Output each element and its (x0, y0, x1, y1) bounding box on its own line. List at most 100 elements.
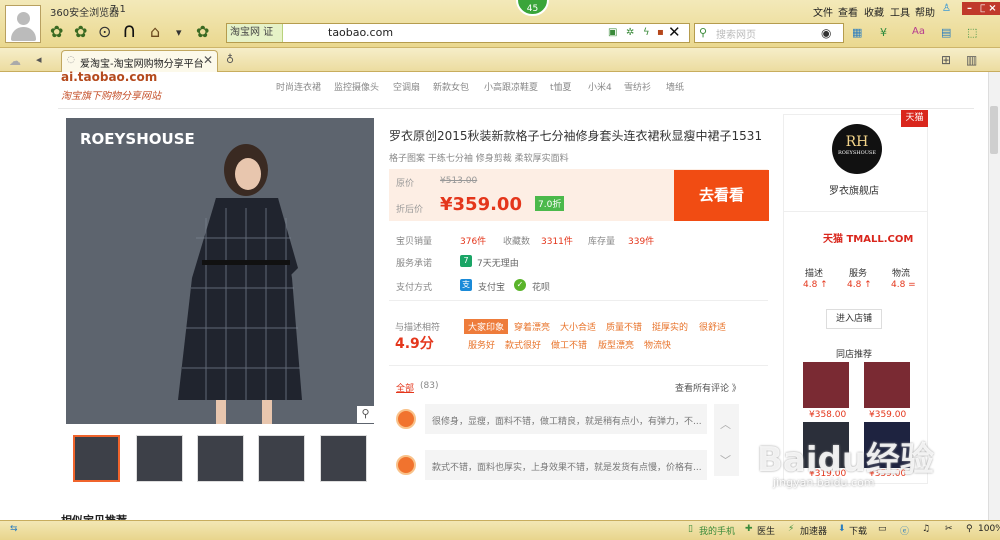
eye-icon[interactable]: ◉ (821, 26, 831, 40)
impression-tag[interactable]: 质量不错 (606, 320, 642, 333)
nav-item[interactable]: 小高跟凉鞋夏 (484, 80, 538, 93)
reviews-count: (83) (420, 381, 439, 391)
layout-icon[interactable]: ▭ (878, 524, 887, 534)
site-url[interactable]: ai.taobao.com (61, 70, 157, 84)
status-left-icon[interactable]: ⇆ (10, 524, 18, 534)
qr-icon[interactable]: ▣ (608, 27, 617, 38)
view-all-reviews-link[interactable]: 查看所有评论 》 (675, 381, 741, 394)
cut-icon[interactable]: ✂ (945, 524, 953, 534)
apps-icon[interactable]: ▦ (852, 26, 862, 39)
site-verify-tag[interactable]: 淘宝网 证 (227, 24, 283, 42)
my-phone-button[interactable]: 我的手机 (699, 524, 735, 537)
download-icon[interactable]: ⬇ (838, 524, 846, 534)
speed-icon[interactable]: ⚡ (788, 524, 794, 534)
dropdown-icon[interactable]: ⊙ (98, 22, 111, 41)
phone-icon[interactable]: ▯ (688, 524, 693, 534)
fullscreen-icon[interactable]: ⬚ (967, 26, 977, 39)
recommend-image[interactable] (864, 362, 910, 408)
nav-item[interactable]: 小米4 (588, 80, 612, 93)
nav-item[interactable]: t恤夏 (550, 80, 572, 93)
impression-tag[interactable]: 版型漂亮 (598, 338, 634, 351)
calc-icon[interactable]: ▤ (941, 26, 951, 39)
enter-store-button[interactable]: 进入店铺 (826, 309, 882, 329)
trash-icon[interactable]: ▥ (966, 53, 977, 67)
impression-tag[interactable]: 做工不错 (551, 338, 587, 351)
score-value: 4.8 = (891, 280, 916, 290)
impression-tag[interactable]: 很舒适 (699, 320, 726, 333)
recommend-price: ¥359.00 (869, 410, 907, 420)
impression-tag[interactable]: 挺厚实的 (652, 320, 688, 333)
impression-tag[interactable]: 物流快 (644, 338, 671, 351)
ie-icon[interactable]: ⓔ (900, 524, 909, 537)
pin-icon[interactable]: ♁ (226, 53, 234, 66)
lightning-icon[interactable]: ϟ (643, 27, 650, 38)
scrollbar-thumb[interactable] (990, 106, 998, 154)
sale-price: ¥359.00 (440, 194, 522, 215)
shirt-icon[interactable]: ♙ (942, 3, 951, 14)
nav-item[interactable]: 新款女包 (433, 80, 469, 93)
nav-item[interactable]: 雪纺衫 (624, 80, 651, 93)
impression-tag[interactable]: 穿着漂亮 (514, 320, 550, 333)
product-main-image[interactable] (66, 118, 374, 424)
search-input[interactable]: 搜索网页 (716, 26, 756, 41)
zoom-icon[interactable]: ⚲ (357, 406, 374, 423)
doctor-button[interactable]: 医生 (757, 524, 775, 537)
minimize-button[interactable]: – (962, 2, 977, 15)
gear-icon[interactable]: ✲ (626, 27, 634, 38)
tab-close-icon[interactable]: ✕ (203, 53, 213, 67)
accelerator-button[interactable]: 加速器 (800, 524, 827, 537)
impression-tag[interactable]: 服务好 (468, 338, 495, 351)
nav-item[interactable]: 监控摄像头 (334, 80, 379, 93)
product-subtitle: 格子图案 干练七分袖 修身剪裁 柔软厚实面料 (389, 154, 569, 164)
chevron-down-icon[interactable]: ﹀ (720, 452, 731, 468)
reviewer-avatar (396, 455, 416, 475)
zoom-status-icon[interactable]: ⚲ (966, 524, 973, 534)
reviews-all-tab[interactable]: 全部 (396, 381, 414, 394)
impression-tag[interactable]: 款式很好 (505, 338, 541, 351)
zoom-level[interactable]: 100% (978, 524, 1000, 534)
thumbnail-image[interactable] (197, 435, 244, 482)
money-icon[interactable]: ¥ (880, 26, 887, 39)
nav-item[interactable]: 时尚连衣裙 (276, 80, 321, 93)
user-avatar[interactable] (5, 5, 41, 43)
download-button[interactable]: 下载 (849, 524, 867, 537)
cloud-icon[interactable]: ☁ (9, 54, 21, 68)
recommend-price: ¥358.00 (809, 410, 847, 420)
menu-tools[interactable]: 工具 (890, 4, 910, 19)
thumbnail-image[interactable] (258, 435, 305, 482)
tab-scroll-left-icon[interactable]: ◂ (36, 53, 42, 66)
menu-help[interactable]: 帮助 (915, 4, 935, 19)
go-see-button[interactable]: 去看看 (674, 170, 769, 221)
new-tab-icon[interactable]: ⊞ (941, 53, 951, 67)
menu-file[interactable]: 文件 (813, 4, 833, 19)
address-input[interactable]: taobao.com (328, 26, 393, 39)
close-button[interactable]: × (985, 2, 1000, 15)
lock-icon[interactable]: ▪ (657, 27, 664, 38)
nav-item[interactable]: 墙纸 (666, 80, 684, 93)
chevron-up-icon[interactable]: ︿ (720, 416, 731, 432)
divider (389, 365, 768, 366)
thumbnail-image[interactable] (320, 435, 367, 482)
sound-icon[interactable]: ♫ (922, 524, 930, 534)
tab-label[interactable]: 爱淘宝-淘宝网购物分享平台 (80, 55, 204, 70)
store-logo[interactable]: RH ROEYSHOUSE (832, 124, 882, 174)
doctor-icon[interactable]: ✚ (745, 524, 753, 534)
close-x-icon[interactable]: ✕ (668, 23, 681, 41)
chevron-down-icon[interactable]: ▾ (176, 26, 182, 39)
address-bar[interactable] (226, 23, 690, 43)
thumbnail-image[interactable] (136, 435, 183, 482)
thumbnail-image[interactable] (73, 435, 120, 482)
recommend-image[interactable] (803, 362, 849, 408)
menu-favorites[interactable]: 收藏 (864, 4, 884, 19)
nav-item[interactable]: 空调扇 (393, 80, 420, 93)
product-title[interactable]: 罗衣原创2015秋装新款格子七分袖修身套头连衣裙秋显瘦中裙子1531 (389, 127, 762, 144)
store-name[interactable]: 罗衣旗舰店 (829, 182, 879, 197)
menu-view[interactable]: 查看 (838, 4, 858, 19)
impression-tag[interactable]: 大小合适 (560, 320, 596, 333)
font-icon[interactable]: Aa (912, 26, 925, 37)
service-label: 服务承诺 (396, 259, 433, 269)
arch-icon: ∩ (122, 18, 137, 42)
search-icon[interactable]: ⚲ (699, 26, 707, 39)
impression-tag-main[interactable]: 大家印象 (464, 319, 509, 334)
alipay-icon: 支 (460, 279, 472, 291)
